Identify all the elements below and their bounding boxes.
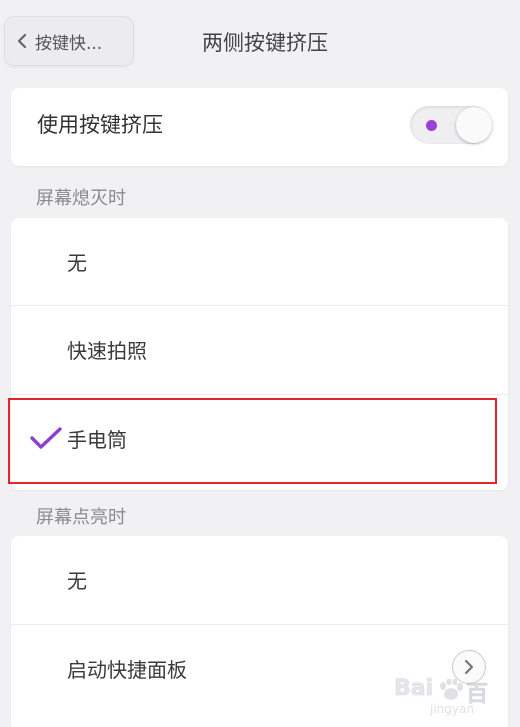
option-screen-off-none[interactable]: 无: [11, 218, 508, 306]
toggle-row-label: 使用按键挤压: [37, 113, 163, 137]
toggle-knob[interactable]: [456, 107, 492, 143]
section-header-screen-off: 屏幕熄灭时: [36, 188, 126, 209]
watermark-sub: jingyan: [430, 702, 474, 716]
option-screen-off-quick-photo[interactable]: 快速拍照: [11, 306, 508, 394]
highlight-annotation-box: [8, 398, 497, 484]
option-label: 无: [67, 251, 87, 275]
toggle-on-indicator: [426, 120, 437, 131]
option-label: 快速拍照: [67, 339, 147, 363]
option-label: 启动快捷面板: [67, 658, 187, 682]
page-title: 两侧按键挤压: [202, 31, 328, 55]
baidu-watermark: Bai 百 jingyan: [394, 676, 514, 720]
paw-logo-icon: [440, 678, 463, 700]
top-bar: 按键快... 两侧按键挤压: [0, 0, 520, 84]
option-label: 无: [67, 569, 87, 593]
squeeze-toggle-switch[interactable]: [396, 104, 496, 146]
settings-card-main-toggle: 使用按键挤压: [11, 88, 508, 166]
watermark-brand: Bai: [394, 676, 434, 702]
section-header-screen-on: 屏幕点亮时: [36, 507, 126, 528]
option-screen-on-none[interactable]: 无: [11, 536, 508, 624]
